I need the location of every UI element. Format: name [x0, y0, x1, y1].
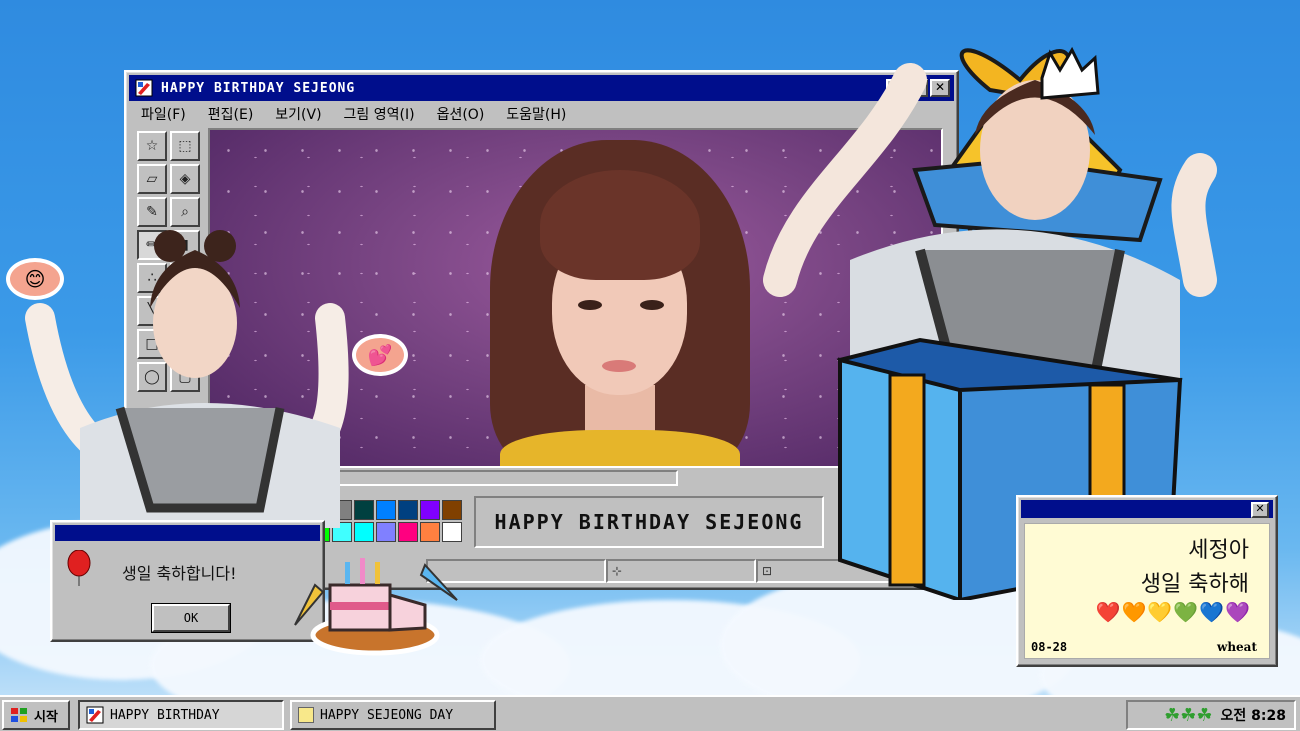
palette-swatch[interactable]: [420, 500, 440, 520]
free-select-tool[interactable]: ☆: [137, 131, 167, 161]
palette-swatch[interactable]: [420, 522, 440, 542]
menu-help[interactable]: 도움말(H): [506, 104, 566, 124]
task-happy-birthday[interactable]: HAPPY BIRTHDAY: [78, 700, 284, 730]
palette-swatch[interactable]: [442, 522, 462, 542]
system-tray: ☘☘☘ 오전 8:28: [1126, 700, 1296, 730]
eraser-tool[interactable]: ▱: [137, 164, 167, 194]
start-label: 시작: [34, 709, 58, 725]
task-happy-sejeong-day[interactable]: HAPPY SEJEONG DAY: [290, 700, 496, 730]
start-button[interactable]: 시작: [2, 700, 70, 730]
dialog-titlebar[interactable]: [55, 525, 320, 541]
paint-app-icon: [86, 706, 104, 724]
paint-title: HAPPY BIRTHDAY SEJEONG: [161, 80, 356, 96]
menu-image[interactable]: 그림 영역(I): [344, 104, 415, 124]
portrait-photo: [490, 130, 750, 466]
notepad-icon: [298, 707, 314, 723]
smile-emoji-bubble: 😊: [6, 258, 64, 300]
menu-edit[interactable]: 편집(E): [208, 104, 254, 124]
note-date: 08-28: [1031, 640, 1068, 654]
hearts-emoji-bubble: 💕: [352, 334, 408, 376]
rect-select-tool[interactable]: ⬚: [170, 131, 200, 161]
dialog-message: 생일 축하합니다!: [122, 564, 237, 583]
rainbow-hearts: ❤️🧡💛💚💙💜: [1095, 600, 1251, 624]
note-line-name: 세정아: [1188, 538, 1249, 563]
menu-file[interactable]: 파일(F): [141, 104, 186, 124]
clock[interactable]: 오전 8:28: [1221, 705, 1286, 725]
note-signature: wheat: [1216, 640, 1257, 654]
windows-logo-icon: [11, 708, 27, 722]
note-line-greeting: 생일 축하해: [1140, 572, 1249, 597]
magnifier-tool[interactable]: ⌕: [170, 197, 200, 227]
balloon-icon: [67, 550, 91, 586]
cursor-position-icon: ⊹: [612, 564, 623, 578]
task-label: HAPPY BIRTHDAY: [110, 707, 220, 723]
ok-button[interactable]: OK: [151, 603, 231, 633]
birthday-cake-sticker: [294, 558, 458, 656]
note-titlebar[interactable]: ✕: [1021, 500, 1273, 518]
color-picker-tool[interactable]: ✎: [137, 197, 167, 227]
message-note-window: ✕ 세정아 생일 축하해 ❤️🧡💛💚💙💜 08-28 wheat: [1016, 495, 1278, 667]
status-position: ⊹: [606, 559, 756, 583]
palette-swatch[interactable]: [442, 500, 462, 520]
clover-icons: ☘☘☘: [1164, 704, 1213, 726]
task-label: HAPPY SEJEONG DAY: [320, 707, 454, 723]
menu-options[interactable]: 옵션(O): [437, 104, 485, 124]
menu-view[interactable]: 보기(V): [275, 104, 321, 124]
taskbar: 시작 HAPPY BIRTHDAY HAPPY SEJEONG DAY ☘☘☘ …: [0, 695, 1300, 731]
fill-tool[interactable]: ◈: [170, 164, 200, 194]
note-close-button[interactable]: ✕: [1251, 502, 1269, 518]
paint-app-icon: [135, 79, 153, 97]
note-body: 세정아 생일 축하해 ❤️🧡💛💚💙💜 08-28 wheat: [1024, 523, 1270, 659]
